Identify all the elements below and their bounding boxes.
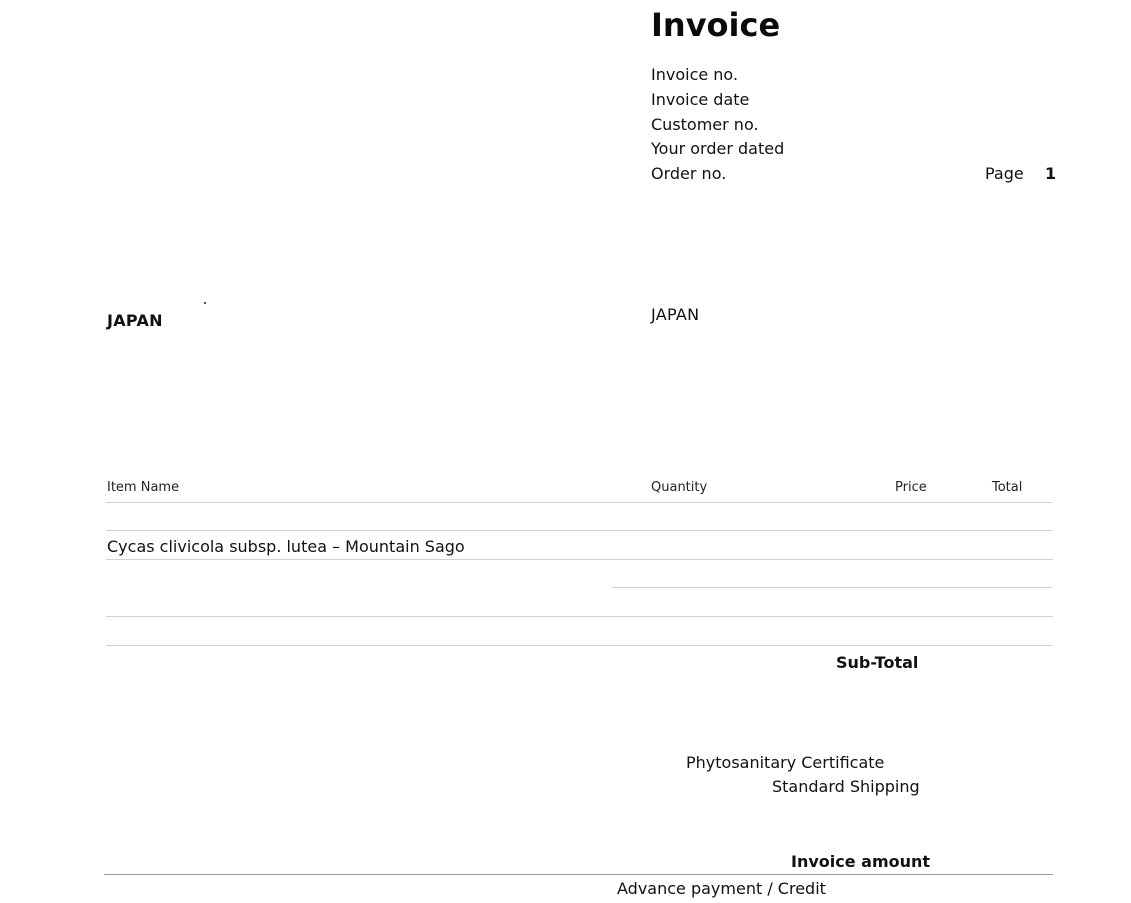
invoice-amount-rule	[104, 874, 1053, 875]
column-header-price: Price	[895, 480, 927, 495]
page-number: 1	[1045, 164, 1057, 183]
customer-number-label: Customer no.	[651, 115, 759, 134]
column-header-item: Item Name	[107, 480, 180, 495]
column-header-quantity: Quantity	[651, 480, 708, 495]
billing-country: JAPAN	[107, 311, 163, 330]
table-row-rule	[106, 616, 1053, 617]
table-row-rule	[611, 587, 1053, 588]
table-bottom-rule	[106, 645, 1053, 646]
table-header-rule	[106, 502, 1053, 503]
subtotal-label: Sub-Total	[836, 653, 919, 672]
table-row-rule	[106, 559, 1053, 560]
stray-dot	[204, 302, 206, 304]
column-header-total: Total	[992, 480, 1023, 495]
invoice-date-label: Invoice date	[651, 90, 750, 109]
page-label: Page	[985, 164, 1024, 183]
invoice-title: Invoice	[651, 6, 781, 44]
shipping-fee-label: Standard Shipping	[772, 777, 920, 796]
shipping-country: JAPAN	[651, 305, 700, 324]
advance-payment-label: Advance payment / Credit	[617, 879, 826, 898]
phytosanitary-fee-label: Phytosanitary Certificate	[686, 753, 885, 772]
order-number-label: Order no.	[651, 164, 727, 183]
order-dated-label: Your order dated	[651, 139, 785, 158]
invoice-number-label: Invoice no.	[651, 65, 739, 84]
invoice-amount-label: Invoice amount	[791, 852, 931, 871]
table-row-rule	[106, 530, 1053, 531]
table-row-item-name: Cycas clivicola subsp. lutea – Mountain …	[107, 537, 465, 556]
